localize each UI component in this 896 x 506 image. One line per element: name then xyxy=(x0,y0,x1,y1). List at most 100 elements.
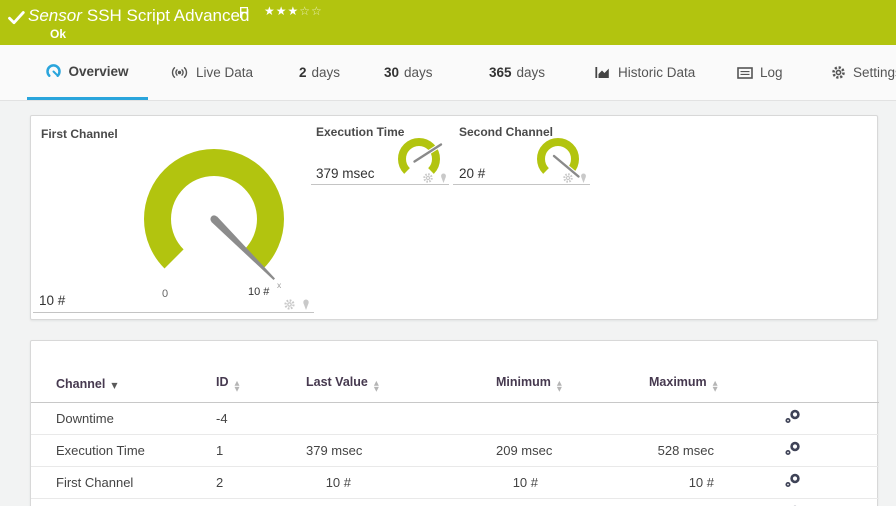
channel-name-cell: Execution Time xyxy=(31,434,216,467)
column-header-last-value[interactable]: Last Value ▲ ▼ xyxy=(306,365,496,403)
table-row: Second Channel 3 20 # 20 # 20 # xyxy=(31,498,879,506)
gauge-scale-min: 0 xyxy=(162,288,169,300)
sort-icon: ▲ ▼ xyxy=(712,379,718,393)
table-row: First Channel 2 10 # 10 # 10 # xyxy=(31,466,879,499)
tab-2-days[interactable]: 2 days xyxy=(299,45,340,100)
tab-365-days-number: 365 xyxy=(489,65,512,80)
channel-settings-gears-icon[interactable] xyxy=(751,441,801,456)
maximum-cell: 528 msec xyxy=(649,434,751,467)
tab-historic-data[interactable]: Historic Data xyxy=(594,45,695,100)
tab-30-days[interactable]: 30 days xyxy=(384,45,433,100)
column-header-channel-label: Channel xyxy=(56,376,106,391)
column-header-minimum[interactable]: Minimum ▲ ▼ xyxy=(496,365,649,403)
sort-icon: ▲ ▼ xyxy=(234,379,240,393)
priority-flag-icon[interactable] xyxy=(239,6,249,19)
gauge-settings-gear-icon[interactable] xyxy=(562,172,574,184)
historic-chart-icon xyxy=(595,67,609,78)
last-value-cell: 20 # xyxy=(306,498,496,506)
last-value-cell: 379 msec xyxy=(306,434,496,467)
first-channel-gauge: x xyxy=(144,149,284,290)
minimum-cell xyxy=(496,402,649,435)
prtg-sensor-page: Sensor SSH Script Advanced ★★★☆☆ Ok Overv… xyxy=(0,0,896,506)
status-ok-check-icon xyxy=(8,11,25,25)
needle-marker: x xyxy=(277,280,282,290)
gauge-first-channel-actions xyxy=(283,298,311,311)
minimum-cell: 209 msec xyxy=(496,434,649,467)
gear-icon xyxy=(832,66,845,79)
tab-overview[interactable]: Overview xyxy=(27,45,148,100)
gauge-second-channel-value: 20 # xyxy=(459,166,486,181)
gauge-pin-icon[interactable] xyxy=(439,173,448,184)
tab-30-days-number: 30 xyxy=(384,65,400,80)
minimum-cell: 20 # xyxy=(496,498,649,506)
column-header-last-value-label: Last Value xyxy=(306,375,368,389)
sort-icon: ▲ ▼ xyxy=(373,379,379,393)
channels-table: Channel ▼ ID ▲ ▼ Last Value ▲ ▼ Minimum ▲ ▼ Max… xyxy=(31,365,879,506)
actions-cell xyxy=(751,466,879,499)
maximum-cell: 10 # xyxy=(649,466,751,499)
gauge-settings-gear-icon[interactable] xyxy=(283,298,296,311)
tab-365-days-label: days xyxy=(516,65,546,80)
maximum-cell: 20 # xyxy=(649,498,751,506)
tab-2-days-label: days xyxy=(311,65,341,80)
table-row: Execution Time 1 379 msec 209 msec 528 m… xyxy=(31,434,879,467)
column-header-maximum-label: Maximum xyxy=(649,375,707,389)
channel-id-cell: 3 xyxy=(216,498,306,506)
channel-name-cell: First Channel xyxy=(31,466,216,499)
tab-live-data[interactable]: Live Data xyxy=(170,45,253,100)
priority-stars[interactable]: ★★★☆☆ xyxy=(264,4,323,18)
channel-settings-gears-icon[interactable] xyxy=(751,409,801,424)
gauge-execution-time-actions xyxy=(422,172,448,184)
divider xyxy=(311,184,449,185)
gauge-pin-icon[interactable] xyxy=(301,299,311,311)
sort-icon: ▲ ▼ xyxy=(556,379,562,393)
gauge-icon xyxy=(46,63,62,77)
channel-settings-gears-icon[interactable] xyxy=(751,473,801,488)
channel-name-cell: Second Channel xyxy=(31,498,216,506)
channel-id-cell: -4 xyxy=(216,402,306,435)
column-header-actions xyxy=(751,365,879,403)
stars-filled: ★★★ xyxy=(264,4,300,18)
sensor-type-label: Sensor xyxy=(28,6,82,25)
tab-historic-data-label: Historic Data xyxy=(618,65,696,80)
last-value-cell: 10 # xyxy=(306,466,496,499)
column-header-id-label: ID xyxy=(216,375,229,389)
actions-cell xyxy=(751,498,879,506)
minimum-cell: 10 # xyxy=(496,466,649,499)
tab-365-days[interactable]: 365 days xyxy=(489,45,545,100)
column-header-id[interactable]: ID ▲ ▼ xyxy=(216,365,306,403)
channels-table-panel: Channel ▼ ID ▲ ▼ Last Value ▲ ▼ Minimum ▲ ▼ Max… xyxy=(30,340,879,506)
gauge-execution-time-value: 379 msec xyxy=(316,166,375,181)
tab-settings-label: Settings xyxy=(853,65,896,80)
sensor-status-bar: Sensor SSH Script Advanced ★★★☆☆ Ok xyxy=(0,0,896,45)
gauge-settings-gear-icon[interactable] xyxy=(422,172,434,184)
tab-bar: Overview Live Data 2 days 30 days 365 da… xyxy=(0,45,896,101)
column-header-maximum[interactable]: Maximum ▲ ▼ xyxy=(649,365,751,403)
column-header-channel[interactable]: Channel ▼ xyxy=(31,365,216,403)
log-icon xyxy=(737,66,753,79)
divider xyxy=(453,184,590,185)
channel-id-cell: 2 xyxy=(216,466,306,499)
tab-log[interactable]: Log xyxy=(737,45,783,100)
table-row: Downtime -4 xyxy=(31,402,879,435)
page-title: Sensor SSH Script Advanced xyxy=(28,6,249,26)
table-header-row: Channel ▼ ID ▲ ▼ Last Value ▲ ▼ Minimum ▲ ▼ Max… xyxy=(31,365,879,403)
maximum-cell xyxy=(649,402,751,435)
live-data-icon xyxy=(171,67,188,78)
gauges-panel: First Channel x 0 10 # 10 # Execution Ti… xyxy=(30,115,878,320)
sort-desc-icon: ▼ xyxy=(111,380,118,390)
column-header-minimum-label: Minimum xyxy=(496,375,551,389)
tab-log-label: Log xyxy=(760,65,783,80)
status-badge: Ok xyxy=(50,27,67,41)
tab-settings[interactable]: Settings xyxy=(831,45,896,100)
channel-name-cell: Downtime xyxy=(31,402,216,435)
tab-30-days-label: days xyxy=(404,65,433,80)
gauge-first-channel-value: 10 # xyxy=(39,293,66,308)
channel-id-cell: 1 xyxy=(216,434,306,467)
tab-overview-label: Overview xyxy=(68,63,129,79)
gauge-pin-icon[interactable] xyxy=(579,173,588,184)
last-value-cell xyxy=(306,402,496,435)
divider xyxy=(33,312,314,313)
sensor-name: SSH Script Advanced xyxy=(86,6,250,25)
gauge-first-channel-title: First Channel xyxy=(41,127,118,141)
